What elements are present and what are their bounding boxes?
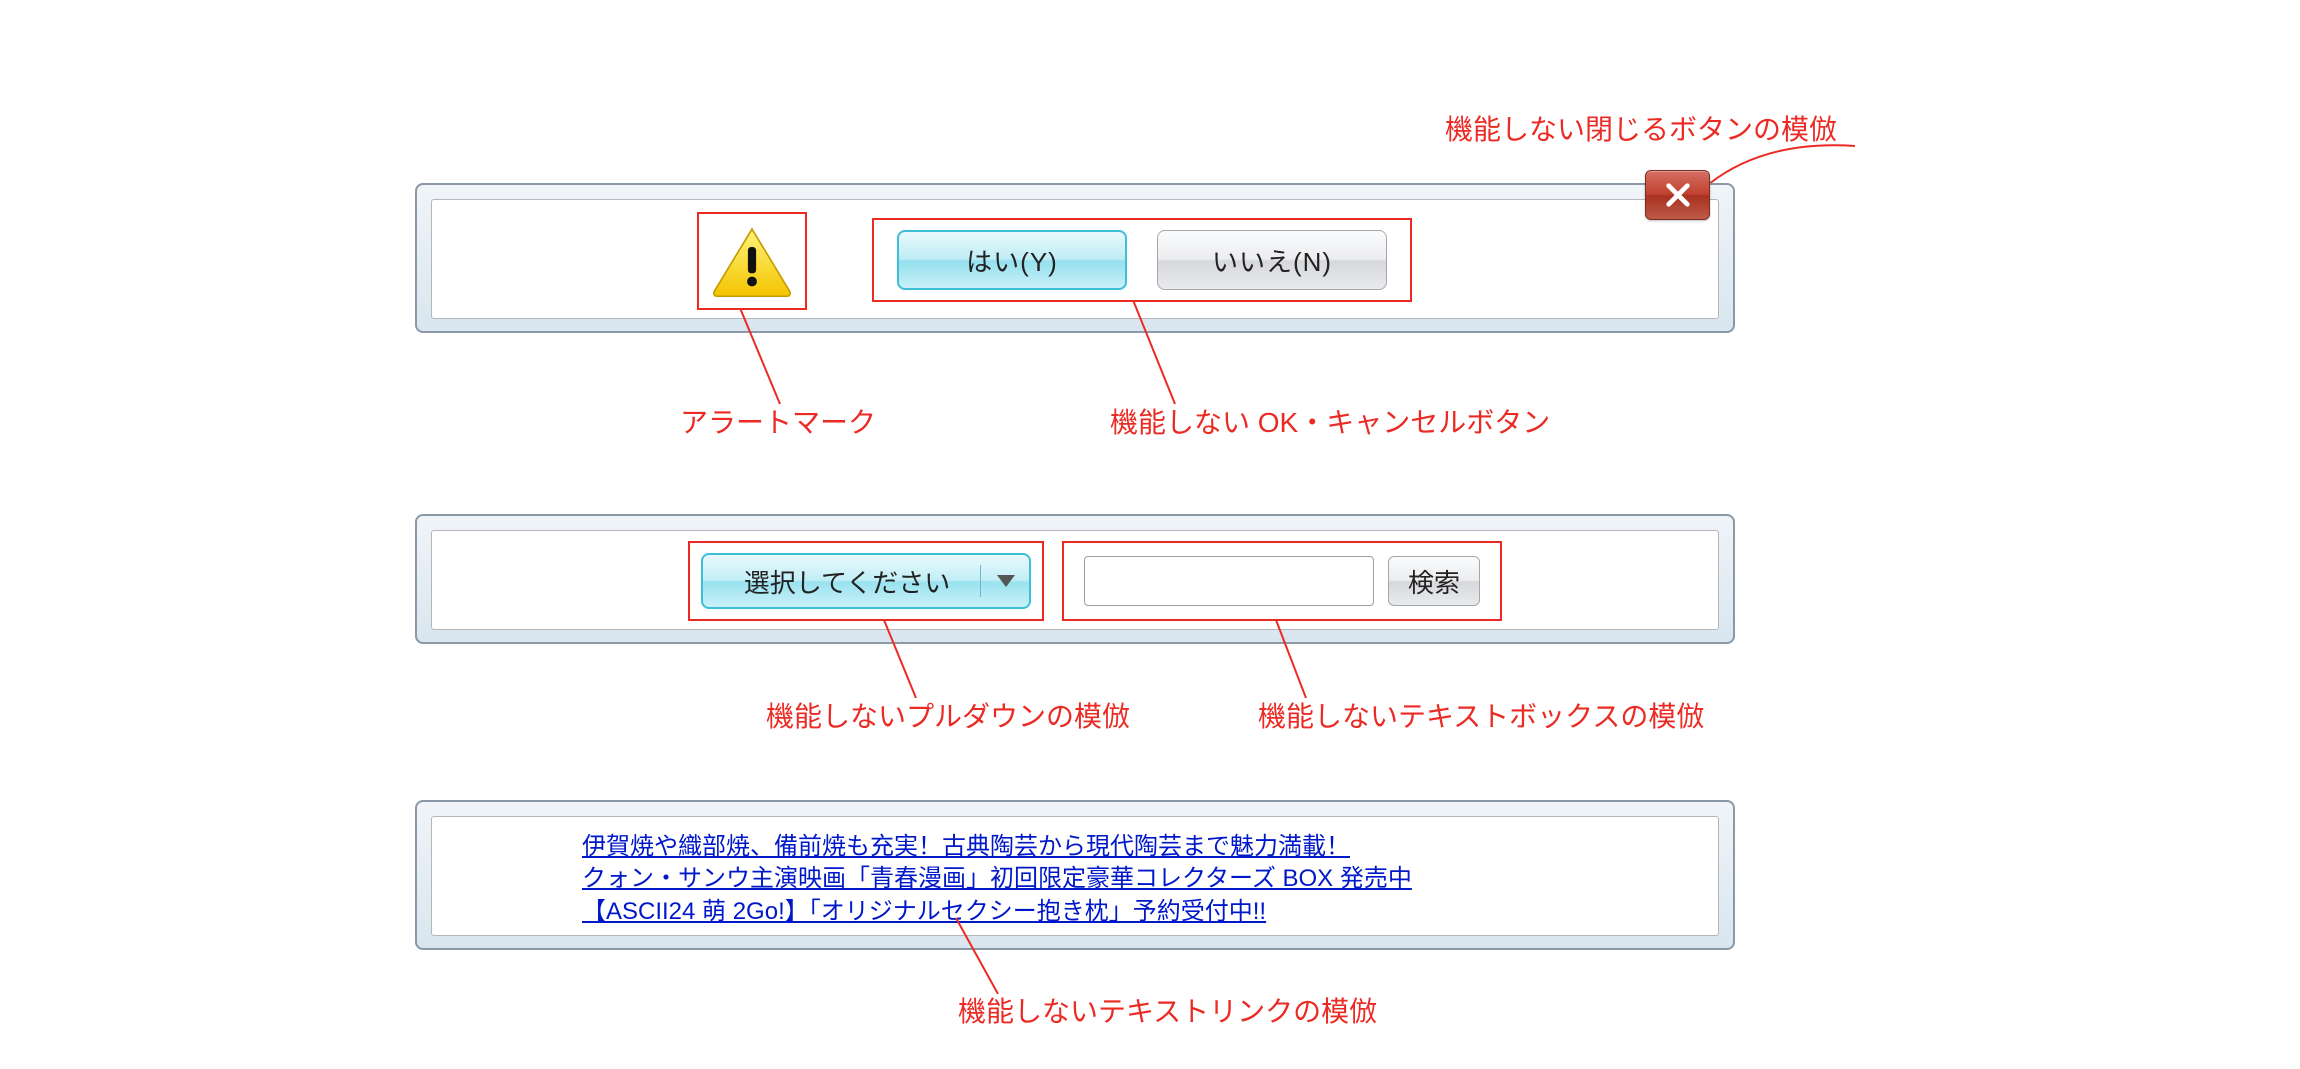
yes-button-label: はい(Y) bbox=[966, 242, 1058, 279]
no-button[interactable]: いいえ(N) bbox=[1157, 230, 1387, 290]
searchbox-highlight: 検索 bbox=[1062, 541, 1502, 621]
annotation-textlink: 機能しないテキストリンクの模倣 bbox=[958, 990, 1377, 1030]
leader-pulldown bbox=[880, 620, 920, 698]
close-button[interactable] bbox=[1645, 170, 1710, 220]
dialog-panel-inner: はい(Y) いいえ(N) bbox=[431, 199, 1719, 319]
leader-textbox bbox=[1272, 620, 1312, 698]
search-button-label: 検索 bbox=[1408, 563, 1460, 600]
leader-alert-mark bbox=[730, 308, 790, 404]
leader-textlink bbox=[954, 918, 1004, 994]
links-panel: 伊賀焼や織部焼、備前焼も充実！古典陶芸から現代陶芸まで魅力満載！ クォン・サンウ… bbox=[415, 800, 1735, 950]
chevron-down-icon bbox=[997, 575, 1015, 587]
alert-icon-highlight bbox=[697, 212, 807, 310]
button-group-highlight: はい(Y) いいえ(N) bbox=[872, 218, 1412, 302]
search-input[interactable] bbox=[1084, 556, 1374, 606]
links-panel-inner: 伊賀焼や織部焼、備前焼も充実！古典陶芸から現代陶芸まで魅力満載！ クォン・サンウ… bbox=[431, 816, 1719, 936]
dropdown-separator bbox=[980, 565, 981, 597]
form-panel: 選択してください 検索 bbox=[415, 514, 1735, 644]
leader-close-button bbox=[1705, 130, 1865, 190]
leader-ok-cancel bbox=[1130, 300, 1180, 404]
no-button-label: いいえ(N) bbox=[1212, 242, 1332, 279]
warning-icon bbox=[711, 225, 793, 297]
dropdown-highlight: 選択してください bbox=[688, 541, 1044, 621]
annotation-alert-mark: アラートマーク bbox=[680, 401, 876, 441]
search-button[interactable]: 検索 bbox=[1388, 556, 1480, 606]
select-dropdown[interactable]: 選択してください bbox=[701, 553, 1031, 609]
text-link-1[interactable]: 伊賀焼や織部焼、備前焼も充実！古典陶芸から現代陶芸まで魅力満載！ bbox=[582, 831, 1568, 863]
dialog-panel: はい(Y) いいえ(N) bbox=[415, 183, 1735, 333]
form-panel-inner: 選択してください 検索 bbox=[431, 530, 1719, 630]
annotation-textbox: 機能しないテキストボックスの模倣 bbox=[1258, 695, 1704, 735]
yes-button[interactable]: はい(Y) bbox=[897, 230, 1127, 290]
text-link-2[interactable]: クォン・サンウ主演映画「青春漫画」初回限定豪華コレクターズ BOX 発売中 bbox=[582, 863, 1568, 895]
annotation-ok-cancel: 機能しない OK・キャンセルボタン bbox=[1110, 401, 1550, 441]
close-icon bbox=[1664, 181, 1692, 209]
annotation-pulldown: 機能しないプルダウンの模倣 bbox=[766, 695, 1130, 735]
text-link-3[interactable]: 【ASCII24 萌 2Go!】「オリジナルセクシー抱き枕」予約受付中!! bbox=[582, 896, 1568, 928]
